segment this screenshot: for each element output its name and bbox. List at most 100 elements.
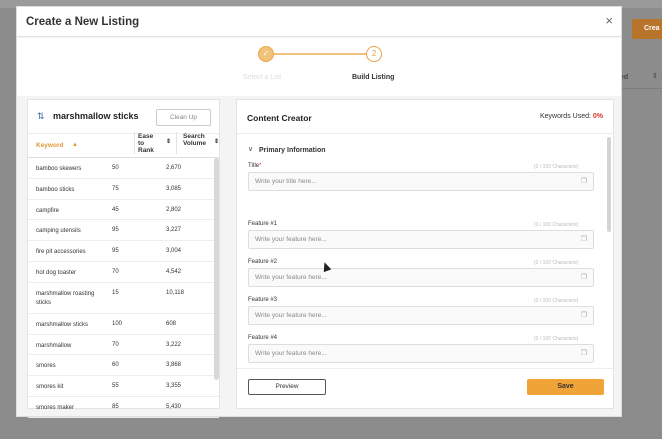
feature-2-input[interactable]: Write your feature here... ❐ (248, 268, 594, 287)
table-row[interactable]: marshmallow 70 3,222 (28, 335, 219, 356)
volume-cell: 3,085 (166, 185, 182, 192)
stepper: ✓ 2 Select a List Build Listing (17, 38, 621, 96)
feature-2-char-count: (0 / 100 Characters) (534, 260, 579, 266)
ease-cell: 75 (112, 185, 119, 192)
volume-cell: 10,118 (166, 289, 184, 296)
volume-cell: 4,542 (166, 268, 182, 275)
modal-title: Create a New Listing (26, 16, 140, 28)
table-row[interactable]: fire pit accessories 95 3,004 (28, 241, 219, 262)
feature-1-input[interactable]: Write your feature here... ❐ (248, 230, 594, 249)
keywords-table: Keyword ▲ Ease to Rank ⇕ Search Volume ⇕… (28, 132, 219, 418)
keywords-used-label: Keywords Used: (539, 113, 591, 120)
table-row[interactable]: bamboo sticks 75 3,085 (28, 179, 219, 200)
sort-icon[interactable]: ⇕ (652, 72, 658, 80)
step-2-indicator: 2 (366, 46, 382, 62)
keyword-cell: smores maker (36, 404, 75, 411)
keyword-cell: smores kit (36, 384, 64, 391)
table-row[interactable]: camping utensils 95 3,227 (28, 220, 219, 242)
feature-4-char-count: (0 / 100 Characters) (534, 336, 579, 342)
copy-icon[interactable]: ❐ (581, 311, 587, 319)
keywords-scrollbar[interactable] (214, 158, 219, 380)
title-placeholder: Write your title here... (255, 178, 317, 185)
volume-cell: 2,670 (166, 165, 182, 171)
feature-3-input[interactable]: Write your feature here... ❐ (248, 306, 594, 325)
table-row[interactable]: smores kit 55 3,355 (28, 376, 219, 397)
feature-4-label: Feature #4 (248, 335, 278, 341)
column-divider (134, 132, 135, 154)
content-creator-scrollbar[interactable] (607, 137, 611, 232)
chevron-down-icon[interactable]: ∨ (248, 145, 253, 153)
table-row[interactable]: marshmallow roasting sticks 15 10,118 (28, 283, 219, 314)
sort-icon[interactable]: ⇕ (214, 138, 219, 145)
ease-cell: 100 (112, 320, 123, 327)
ease-cell: 15 (112, 289, 119, 296)
keyword-cell: bamboo sticks (36, 186, 75, 193)
table-row[interactable]: smores maker 85 5,430 (28, 397, 219, 418)
clean-up-button[interactable]: Clean Up (156, 109, 211, 126)
keyword-cell: marshmallow sticks (36, 321, 89, 328)
volume-cell: 3,222 (166, 341, 182, 348)
keywords-used-value: 0% (592, 113, 603, 120)
feature-3-placeholder: Write your feature here... (255, 312, 327, 319)
content-creator-header: Content Creator Keywords Used: 0% (237, 100, 613, 134)
copy-icon[interactable]: ❐ (581, 349, 587, 357)
sort-asc-icon[interactable]: ▲ (72, 142, 78, 148)
content-creator-title: Content Creator (247, 113, 312, 123)
keyword-cell: fire pit accessories (36, 249, 86, 256)
volume-cell: 2,802 (166, 206, 182, 213)
title-input[interactable]: Write your title here... ❐ (248, 172, 594, 191)
step-1-check-icon[interactable]: ✓ (258, 46, 274, 62)
ease-cell: 95 (112, 227, 119, 234)
keyword-cell: marshmallow roasting sticks (36, 290, 95, 306)
keyword-cell: marshmallow (36, 342, 72, 349)
title-char-count: (0 / 150 Characters) (534, 164, 579, 170)
title-label: Title* (248, 163, 262, 169)
step-1-label[interactable]: Select a List (243, 74, 281, 81)
background-divider (622, 88, 662, 89)
keyword-cell: hot dog toaster (36, 269, 77, 276)
ease-cell: 45 (112, 206, 119, 213)
save-button[interactable]: Save (527, 379, 604, 395)
create-listing-modal: Create a New Listing × ✓ 2 Select a List… (16, 6, 622, 418)
feature-4-input[interactable]: Write your feature here... ❐ (248, 344, 594, 363)
content-creator-panel: Content Creator Keywords Used: 0% ∨ Prim… (236, 99, 614, 409)
background-create-button[interactable]: Crea (632, 19, 662, 39)
ease-cell: 95 (112, 248, 119, 255)
keyword-cell: camping utensils (36, 228, 81, 235)
feature-2-label: Feature #2 (248, 259, 278, 265)
step-2-label: Build Listing (352, 74, 395, 81)
feature-3-char-count: (0 / 100 Characters) (534, 298, 579, 304)
preview-button[interactable]: Preview (248, 379, 326, 395)
feature-1-placeholder: Write your feature here... (255, 236, 327, 243)
content-creator-body: ∨ Primary Information Title* (0 / 150 Ch… (237, 135, 613, 367)
modal-header: Create a New Listing × (17, 7, 621, 37)
column-keyword[interactable]: Keyword (36, 142, 63, 149)
column-ease-to-rank[interactable]: Ease to Rank (138, 133, 160, 154)
column-search-volume[interactable]: Search Volume (183, 133, 213, 147)
column-divider (176, 132, 177, 154)
search-term: marshmallow sticks (53, 111, 139, 121)
feature-3-label: Feature #3 (248, 297, 278, 303)
close-icon[interactable]: × (605, 13, 613, 28)
copy-icon[interactable]: ❐ (581, 177, 587, 185)
table-row[interactable]: marshmallow sticks 100 608 (28, 314, 219, 335)
table-row[interactable]: hot dog toaster 70 4,542 (28, 262, 219, 283)
primary-information-toggle[interactable]: Primary Information (259, 147, 326, 154)
copy-icon[interactable]: ❐ (581, 235, 587, 243)
ease-cell: 85 (112, 403, 119, 410)
table-row[interactable]: smores 60 3,868 (28, 355, 219, 377)
sort-icon[interactable]: ⇕ (166, 138, 171, 145)
ease-cell: 50 (112, 165, 119, 171)
keyword-cell: smores (36, 363, 56, 370)
table-row[interactable]: bamboo skewers 50 2,670 (28, 158, 219, 179)
ease-cell: 60 (112, 362, 119, 369)
copy-icon[interactable]: ❐ (581, 273, 587, 281)
ease-cell: 55 (112, 383, 119, 390)
table-row[interactable]: campfire 45 2,802 (28, 200, 219, 221)
ease-cell: 70 (112, 268, 119, 275)
stepper-progress-line (274, 53, 366, 55)
feature-1-char-count: (0 / 100 Characters) (534, 222, 579, 228)
keywords-panel: ⇅ marshmallow sticks Clean Up Keyword ▲ … (27, 99, 220, 418)
list-sort-icon: ⇅ (37, 111, 45, 121)
volume-cell: 3,355 (166, 383, 182, 390)
